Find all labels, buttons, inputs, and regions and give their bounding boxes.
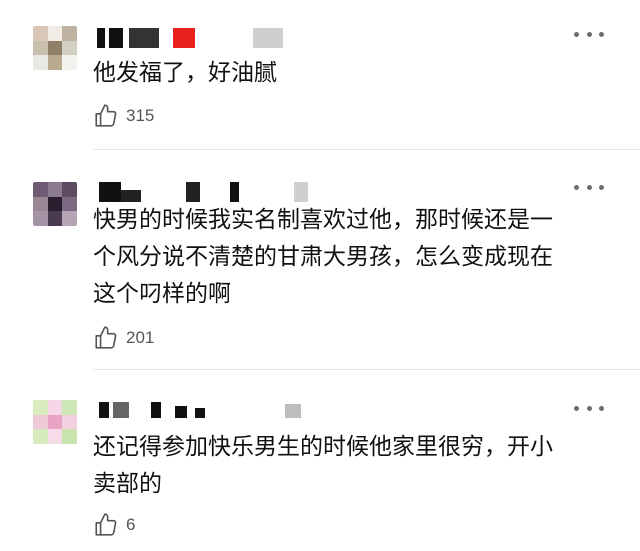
avatar[interactable]	[33, 26, 77, 70]
like-button[interactable]: 6	[93, 511, 135, 539]
avatar-pixel	[47, 55, 63, 70]
more-options-button[interactable]	[574, 29, 604, 39]
avatar-pixel	[33, 55, 48, 70]
username[interactable]	[93, 28, 313, 50]
avatar-pixel	[47, 400, 63, 415]
avatar[interactable]	[33, 400, 77, 444]
avatar-pixel	[62, 196, 77, 212]
avatar-pixel	[47, 40, 63, 56]
more-dots-icon	[574, 405, 579, 411]
thumbs-up-icon	[95, 104, 117, 127]
avatar-pixel	[47, 414, 63, 430]
more-dots-icon	[574, 184, 579, 190]
avatar-pixel	[47, 196, 63, 212]
like-button[interactable]: 201	[93, 324, 154, 352]
avatar-pixel	[33, 211, 48, 226]
avatar-pixel	[33, 40, 48, 56]
more-dots-icon	[574, 31, 579, 37]
avatar-pixel	[62, 429, 77, 444]
like-count: 315	[126, 106, 155, 125]
avatar-pixel	[62, 182, 77, 197]
divider	[93, 369, 640, 370]
avatar-pixel	[62, 55, 77, 70]
avatar-pixel	[47, 26, 63, 41]
divider	[93, 149, 640, 150]
more-options-button[interactable]	[574, 403, 604, 413]
comment-text: 他发福了，好油腻	[93, 60, 277, 86]
thumbs-up-icon	[95, 513, 117, 536]
avatar-pixel	[33, 26, 48, 41]
avatar-pixel	[33, 414, 48, 430]
avatar-pixel	[47, 211, 63, 226]
like-button[interactable]: 315	[93, 102, 154, 130]
thumbs-up-icon	[95, 326, 117, 349]
avatar-pixel	[33, 196, 48, 212]
avatar-pixel	[62, 211, 77, 226]
comment-text: 快男的时候我实名制喜欢过他，那时候还是一 个风分说不清楚的甘肃大男孩，怎么变成现…	[93, 207, 553, 307]
avatar-pixel	[47, 182, 63, 197]
username[interactable]	[93, 182, 313, 204]
username[interactable]	[93, 402, 313, 424]
avatar[interactable]	[33, 182, 77, 226]
avatar-pixel	[62, 414, 77, 430]
like-count: 201	[126, 328, 155, 347]
avatar-pixel	[47, 429, 63, 444]
like-count: 6	[126, 515, 136, 534]
more-options-button[interactable]	[574, 182, 604, 192]
comment-text: 还记得参加快乐男生的时候他家里很穷，开小 卖部的	[93, 434, 553, 497]
avatar-pixel	[62, 40, 77, 56]
avatar-pixel	[33, 182, 48, 197]
avatar-pixel	[62, 26, 77, 41]
avatar-pixel	[62, 400, 77, 415]
avatar-pixel	[33, 400, 48, 415]
avatar-pixel	[33, 429, 48, 444]
